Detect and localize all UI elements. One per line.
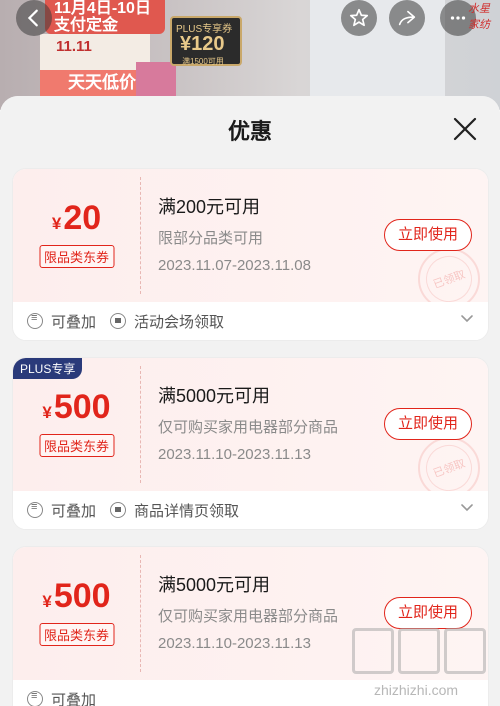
coupon-condition: 满5000元可用 xyxy=(158,575,271,595)
source-info: 活动会场领取 xyxy=(110,311,224,332)
watermark-glyph xyxy=(398,628,440,674)
claimed-stamp-text: 已领取 xyxy=(419,438,479,498)
claimed-stamp: 已领取 xyxy=(418,248,480,310)
watermark-glyph xyxy=(444,628,486,674)
coupon-amount-value: 500 xyxy=(53,388,111,426)
back-arrow-icon xyxy=(27,9,38,27)
coupon-condition: 满5000元可用 xyxy=(158,386,271,406)
chevron-down-icon[interactable] xyxy=(460,501,474,515)
stackable-info: 可叠加 xyxy=(27,311,96,332)
use-now-button[interactable]: 立即使用 xyxy=(384,408,472,440)
stack-icon xyxy=(27,690,43,706)
more-icon xyxy=(450,16,466,20)
plus-exclusive-badge: PLUS专享 xyxy=(13,358,83,379)
coupon-card: ¥20 限品类东券 满200元可用 限部分品类可用 2023.11.07-202… xyxy=(12,168,489,341)
source-icon xyxy=(110,313,127,329)
favorite-button[interactable] xyxy=(341,0,377,36)
coupon-details: 满5000元可用 仅可购买家用电器部分商品 2023.11.10-2023.11… xyxy=(158,382,388,463)
brand-logo: 水星家纺 xyxy=(468,3,490,31)
coupon-footer: 可叠加 活动会场领取 xyxy=(13,302,488,340)
currency-symbol: ¥ xyxy=(51,214,62,233)
stack-icon xyxy=(27,501,43,518)
coupon-body: ¥500 限品类东券 满5000元可用 仅可购买家用电器部分商品 2023.11… xyxy=(13,358,488,499)
currency-symbol: ¥ xyxy=(42,403,52,422)
coupon-amount: ¥20 xyxy=(13,199,140,238)
source-icon xyxy=(110,502,127,518)
stack-icon xyxy=(27,312,43,329)
stackable-label: 可叠加 xyxy=(51,691,97,706)
coupon-amount: ¥500 xyxy=(13,388,140,427)
claimed-stamp: 已领取 xyxy=(418,437,480,499)
coupon-scope: 仅可购买家用电器部分商品 xyxy=(158,419,339,436)
coupon-condition: 满200元可用 xyxy=(158,197,261,217)
coupon-date-range: 2023.11.07-2023.11.08 xyxy=(158,257,311,274)
sheet-title: 优惠 xyxy=(227,119,272,144)
coupon-sheet: 优惠 ¥20 限品类东券 满200元可用 限部分品类可用 2023.11.07-… xyxy=(0,96,500,706)
coupon-body: ¥20 限品类东券 满200元可用 限部分品类可用 2023.11.07-202… xyxy=(13,169,488,310)
stackable-label: 可叠加 xyxy=(51,313,97,331)
product-page-background: 11月4日-10日 支付定金 11.11 天天低价 PLUS专享券 ¥120 满… xyxy=(0,0,500,110)
coupon-date-range: 2023.11.10-2023.11.13 xyxy=(158,446,311,463)
coupon-divider xyxy=(140,555,141,672)
coupon-card: PLUS专享 ¥500 限品类东券 满5000元可用 仅可购买家用电器部分商品 … xyxy=(12,357,489,530)
claimed-stamp-text: 已领取 xyxy=(419,249,479,309)
source-info: 商品详情页领取 xyxy=(110,500,239,521)
coupon-amount-value: 500 xyxy=(53,577,111,615)
coupon-footer: 可叠加 商品详情页领取 xyxy=(13,491,488,529)
star-icon xyxy=(349,8,369,27)
currency-symbol: ¥ xyxy=(42,592,52,611)
stackable-label: 可叠加 xyxy=(51,502,97,520)
coupon-type-tag: 限品类东券 xyxy=(38,434,115,457)
close-icon[interactable] xyxy=(452,116,478,142)
presale-banner-text: 11月4日-10日 支付定金 xyxy=(54,0,151,34)
sheet-header: 优惠 xyxy=(0,96,500,160)
plus-coupon-amount: ¥120 xyxy=(180,33,225,55)
coupon-divider xyxy=(140,177,141,294)
coupon-divider xyxy=(140,366,141,483)
watermark-text: zhizhizhi.com xyxy=(374,682,459,698)
stackable-info: 可叠加 xyxy=(27,689,96,706)
site-watermark: zhizhizhi.com xyxy=(352,620,492,706)
coupon-scope: 限部分品类可用 xyxy=(158,230,264,247)
stackable-info: 可叠加 xyxy=(27,500,96,521)
source-label: 活动会场领取 xyxy=(134,313,225,331)
plus-coupon-sub: 满1500可用 xyxy=(182,57,224,66)
coupon-type-tag: 限品类东券 xyxy=(38,623,115,646)
watermark-glyph xyxy=(352,628,394,674)
event-label: 11.11 xyxy=(56,38,92,55)
coupon-details: 满200元可用 限部分品类可用 2023.11.07-2023.11.08 xyxy=(158,193,388,274)
coupon-amount: ¥500 xyxy=(13,577,140,616)
share-icon xyxy=(398,10,416,26)
coupon-amount-value: 20 xyxy=(63,199,102,237)
use-now-button[interactable]: 立即使用 xyxy=(384,219,472,251)
coupon-value-block: ¥500 限品类东券 xyxy=(13,547,140,680)
coupon-value-block: ¥20 限品类东券 xyxy=(13,169,140,302)
share-button[interactable] xyxy=(389,0,425,36)
source-label: 商品详情页领取 xyxy=(134,502,240,520)
coupon-type-tag: 限品类东券 xyxy=(38,245,115,268)
chevron-down-icon[interactable] xyxy=(460,312,474,326)
back-button[interactable] xyxy=(16,0,52,36)
